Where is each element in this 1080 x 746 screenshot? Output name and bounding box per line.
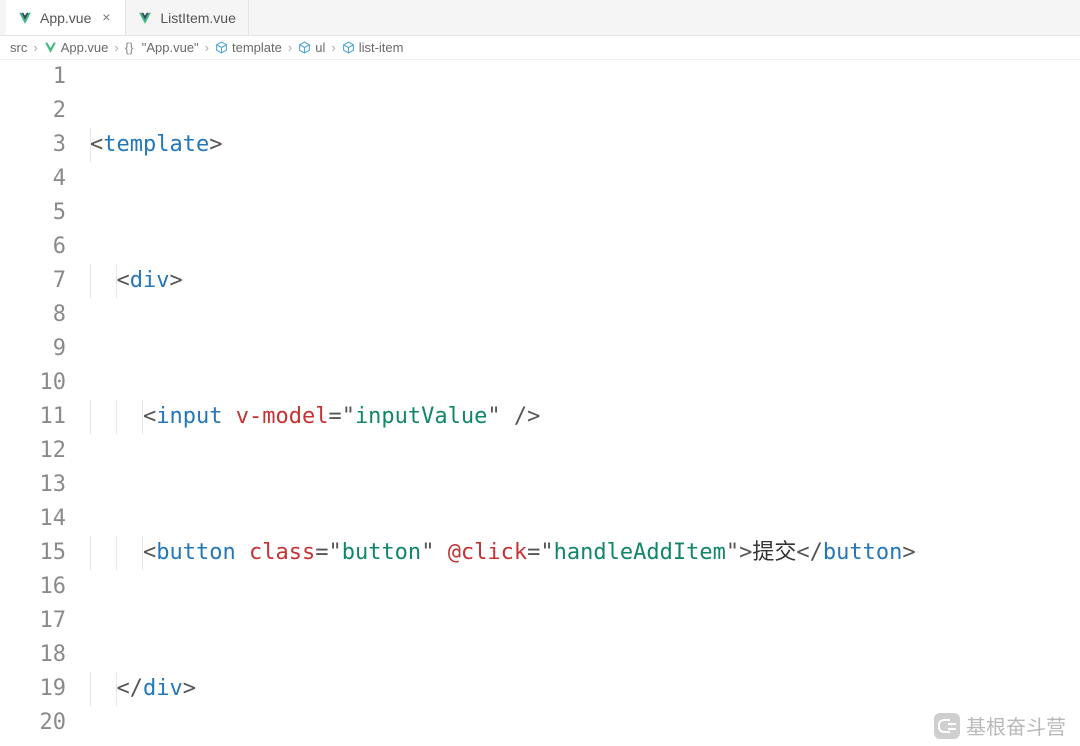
line-number: 13 [0, 468, 66, 502]
vue-file-icon [44, 41, 57, 54]
tab-bar: App.vue × ListItem.vue [0, 0, 1080, 36]
chevron-right-icon: › [203, 40, 211, 55]
watermark-text: 基根奋斗营 [966, 711, 1066, 740]
code-line: <template> [90, 128, 1080, 162]
tab-listitem-vue[interactable]: ListItem.vue [126, 0, 248, 35]
code-area[interactable]: <template> <div> <input v-model="inputVa… [90, 60, 1080, 746]
line-number: 8 [0, 298, 66, 332]
line-number: 10 [0, 366, 66, 400]
line-number: 3 [0, 128, 66, 162]
braces-icon: {} [125, 41, 138, 54]
line-number-gutter: 1234567891011121314151617181920 [0, 60, 90, 746]
line-number: 5 [0, 196, 66, 230]
breadcrumb: src › App.vue › {} "App.vue" › template … [0, 36, 1080, 60]
watermark: 基根奋斗营 [934, 711, 1066, 740]
line-number: 2 [0, 94, 66, 128]
line-number: 11 [0, 400, 66, 434]
chevron-right-icon: › [31, 40, 39, 55]
line-number: 19 [0, 672, 66, 706]
line-number: 16 [0, 570, 66, 604]
breadcrumb-item[interactable]: App.vue [61, 40, 109, 55]
line-number: 14 [0, 502, 66, 536]
cube-icon [298, 41, 311, 54]
line-number: 1 [0, 60, 66, 94]
line-number: 12 [0, 434, 66, 468]
code-editor[interactable]: 1234567891011121314151617181920 <templat… [0, 60, 1080, 746]
line-number: 17 [0, 604, 66, 638]
code-line: </div> [90, 672, 1080, 706]
breadcrumb-item[interactable]: list-item [359, 40, 404, 55]
code-line: <button class="button" @click="handleAdd… [90, 536, 1080, 570]
line-number: 7 [0, 264, 66, 298]
chevron-right-icon: › [112, 40, 120, 55]
code-line: <div> [90, 264, 1080, 298]
line-number: 18 [0, 638, 66, 672]
close-icon[interactable]: × [99, 11, 113, 25]
line-number: 20 [0, 706, 66, 740]
breadcrumb-item[interactable]: ul [315, 40, 325, 55]
chevron-right-icon: › [286, 40, 294, 55]
line-number: 9 [0, 332, 66, 366]
vue-file-icon [18, 11, 32, 25]
code-line: <input v-model="inputValue" /> [90, 400, 1080, 434]
breadcrumb-item[interactable]: template [232, 40, 282, 55]
tab-label: App.vue [40, 10, 91, 26]
line-number: 6 [0, 230, 66, 264]
tab-label: ListItem.vue [160, 10, 235, 26]
line-number: 15 [0, 536, 66, 570]
cube-icon [342, 41, 355, 54]
tab-app-vue[interactable]: App.vue × [6, 0, 126, 35]
cube-icon [215, 41, 228, 54]
breadcrumb-item[interactable]: src [10, 40, 27, 55]
vue-file-icon [138, 11, 152, 25]
line-number: 4 [0, 162, 66, 196]
wechat-icon [934, 713, 960, 739]
breadcrumb-item[interactable]: "App.vue" [142, 40, 199, 55]
chevron-right-icon: › [329, 40, 337, 55]
